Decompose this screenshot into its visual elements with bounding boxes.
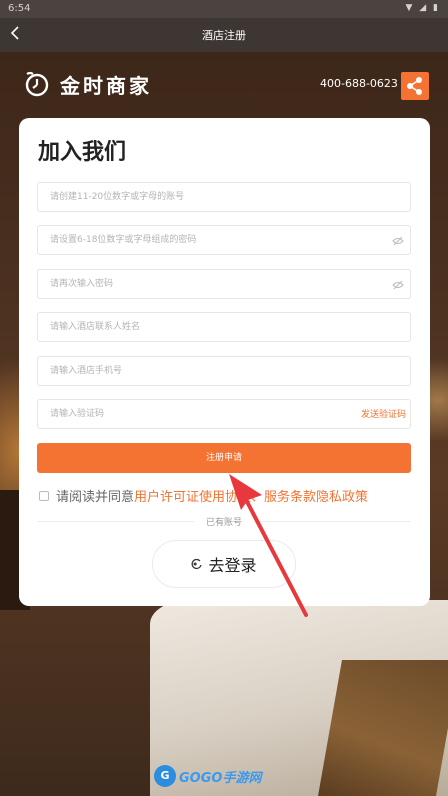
watermark-text: GOGO手游网	[179, 770, 262, 786]
watermark: G GOGO手游网	[154, 764, 261, 788]
send-code-button[interactable]: 发送验证码	[361, 407, 406, 420]
brand: 金时商家	[22, 68, 152, 100]
watermark-logo-icon: G	[154, 765, 176, 787]
clock-logo-icon	[25, 71, 49, 97]
password-field[interactable]	[37, 225, 411, 255]
verification-code-input[interactable]	[38, 400, 410, 428]
background-blanket	[318, 660, 448, 796]
login-icon	[192, 558, 203, 569]
go-login-button[interactable]: 去登录	[152, 540, 296, 588]
status-time: 6:54	[8, 3, 31, 14]
page-title: 酒店注册	[202, 29, 246, 42]
contact-name-input[interactable]	[38, 313, 410, 341]
agreement-checkbox[interactable]	[39, 490, 49, 501]
contact-name-field[interactable]	[37, 312, 411, 342]
eye-off-icon[interactable]	[392, 235, 404, 247]
verification-code-field[interactable]: 发送验证码	[37, 399, 411, 429]
agreement-link[interactable]: 用户许可证使用协议、服务条款隐私政策	[134, 486, 368, 505]
eye-off-icon[interactable]	[392, 279, 404, 291]
hotel-phone-field[interactable]	[37, 356, 411, 386]
agreement-prefix: 请阅读并同意	[56, 490, 135, 505]
go-login-label: 去登录	[208, 556, 257, 575]
password-input[interactable]	[38, 226, 410, 254]
brand-name: 金时商家	[60, 73, 152, 98]
status-bar: 6:54 ▼ ◢ ▮	[0, 0, 448, 18]
form-title: 加入我们	[38, 140, 127, 165]
contact-phone[interactable]: 400-688-0623	[320, 77, 398, 90]
share-button[interactable]	[401, 72, 429, 100]
divider-label: 已有账号	[194, 515, 254, 528]
account-input[interactable]	[38, 183, 410, 211]
confirm-password-field[interactable]	[37, 269, 411, 299]
hotel-phone-input[interactable]	[38, 357, 410, 385]
register-card: 加入我们 发送验证码 注册申请 请阅读并同意用户许可证使用协议、服务条款隐私政策…	[19, 118, 430, 606]
title-bar: 酒店注册	[0, 18, 448, 52]
confirm-password-input[interactable]	[38, 270, 410, 298]
agreement-row: 请阅读并同意 用户许可证使用协议、服务条款隐私政策	[39, 486, 419, 505]
register-submit-button[interactable]: 注册申请	[37, 443, 411, 473]
share-icon	[407, 77, 422, 95]
account-field[interactable]	[37, 182, 411, 212]
status-icons: ▼ ◢ ▮	[405, 3, 440, 13]
